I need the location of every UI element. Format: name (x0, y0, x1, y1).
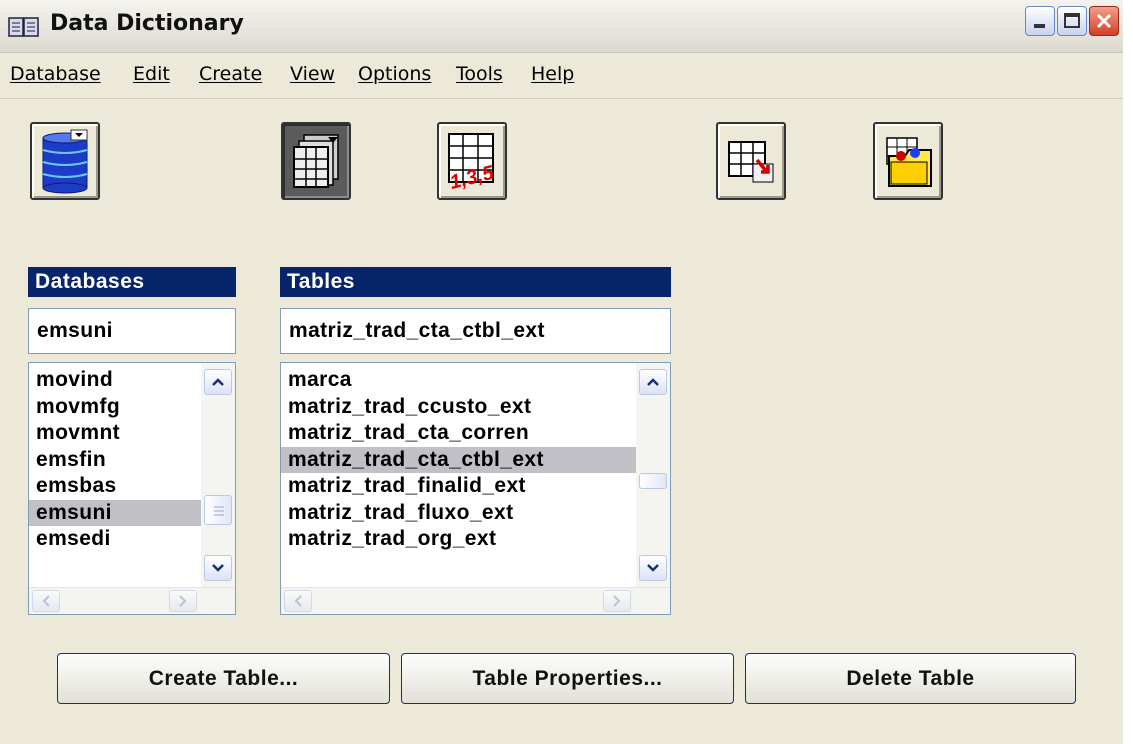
table-properties-button[interactable]: Table Properties... (401, 653, 734, 704)
current-table-field[interactable]: matriz_trad_cta_ctbl_ext (280, 308, 671, 354)
chevron-right-icon (179, 595, 187, 607)
databases-listbox[interactable]: movind movmfg movmnt emsfin emsbas emsun… (28, 362, 236, 615)
database-item[interactable]: emsbas (29, 473, 201, 500)
scroll-left-button[interactable] (284, 590, 312, 612)
chevron-right-icon (613, 595, 621, 607)
scroll-right-button[interactable] (603, 590, 631, 612)
maximize-icon (1064, 13, 1080, 28)
window-title: Data Dictionary (50, 11, 244, 36)
chevron-down-icon (647, 564, 659, 572)
menu-database[interactable]: Database (10, 63, 101, 85)
table-export-icon (728, 141, 774, 183)
chevron-left-icon (42, 595, 50, 607)
databases-list: movind movmfg movmnt emsfin emsbas emsun… (29, 367, 201, 553)
table-item[interactable]: matriz_trad_finalid_ext (281, 473, 636, 500)
table-item[interactable]: matriz_trad_ccusto_ext (281, 394, 636, 421)
tables-header: Tables (280, 267, 671, 297)
grip-icon (214, 506, 224, 516)
database-item[interactable]: movmnt (29, 420, 201, 447)
book-icon (8, 17, 39, 37)
table-item-selected[interactable]: matriz_trad_cta_ctbl_ext (281, 446, 636, 473)
chevron-left-icon (294, 595, 302, 607)
database-item[interactable]: emsedi (29, 526, 201, 553)
export-button[interactable] (716, 122, 786, 200)
scroll-left-button[interactable] (32, 590, 60, 612)
database-item[interactable]: emsfin (29, 447, 201, 474)
database-item[interactable]: movmfg (29, 394, 201, 421)
chevron-up-icon (647, 378, 659, 386)
table-item[interactable]: matriz_trad_org_ext (281, 526, 636, 553)
chevron-up-icon (212, 378, 224, 386)
tables-listbox[interactable]: marca matriz_trad_ccusto_ext matriz_trad… (280, 362, 671, 615)
scroll-down-button[interactable] (204, 555, 232, 581)
create-table-button[interactable]: Create Table... (57, 653, 390, 704)
chevron-down-icon (212, 564, 224, 572)
menu-options[interactable]: Options (358, 63, 431, 85)
menu-create[interactable]: Create (199, 63, 262, 85)
current-database-field[interactable]: emsuni (28, 308, 236, 354)
minimize-button[interactable] (1025, 6, 1055, 36)
menu-tools[interactable]: Tools (456, 63, 503, 85)
databases-button[interactable] (30, 122, 100, 200)
folder-icon (886, 137, 932, 187)
data-dictionary-window: Data Dictionary Database Edit Create Vie… (0, 0, 1123, 744)
scroll-thumb[interactable] (639, 473, 667, 489)
menu-view[interactable]: View (290, 63, 335, 85)
menu-bar: Database Edit Create View Options Tools … (0, 52, 1123, 99)
close-button[interactable] (1089, 6, 1119, 36)
databases-horizontal-scrollbar[interactable] (29, 587, 235, 614)
scroll-thumb[interactable] (204, 495, 232, 525)
tables-vertical-scrollbar[interactable] (636, 363, 670, 587)
database-icon (42, 129, 88, 194)
sequence-button[interactable]: 1,3,5 (437, 122, 507, 200)
maximize-button[interactable] (1057, 6, 1087, 36)
scroll-down-button[interactable] (639, 555, 667, 581)
title-bar[interactable]: Data Dictionary (0, 0, 1123, 53)
databases-vertical-scrollbar[interactable] (201, 363, 235, 587)
table-item[interactable]: matriz_trad_fluxo_ext (281, 500, 636, 527)
menu-help[interactable]: Help (531, 63, 574, 85)
minimize-icon (1034, 24, 1045, 28)
tables-icon (293, 134, 339, 188)
delete-table-button[interactable]: Delete Table (745, 653, 1076, 704)
close-icon (1096, 13, 1112, 29)
scroll-up-button[interactable] (204, 369, 232, 395)
databases-header: Databases (28, 267, 236, 297)
tables-list: marca matriz_trad_ccusto_ext matriz_trad… (281, 367, 636, 553)
scroll-right-button[interactable] (169, 590, 197, 612)
table-item[interactable]: marca (281, 367, 636, 394)
database-item-selected[interactable]: emsuni (29, 499, 201, 526)
tables-horizontal-scrollbar[interactable] (281, 587, 670, 614)
folder-button[interactable] (873, 122, 943, 200)
table-item[interactable]: matriz_trad_cta_corren (281, 420, 636, 447)
scroll-up-button[interactable] (639, 369, 667, 395)
tables-button[interactable] (281, 122, 351, 200)
menu-edit[interactable]: Edit (133, 63, 170, 85)
database-item[interactable]: movind (29, 367, 201, 394)
sequence-table-icon: 1,3,5 (447, 133, 497, 194)
